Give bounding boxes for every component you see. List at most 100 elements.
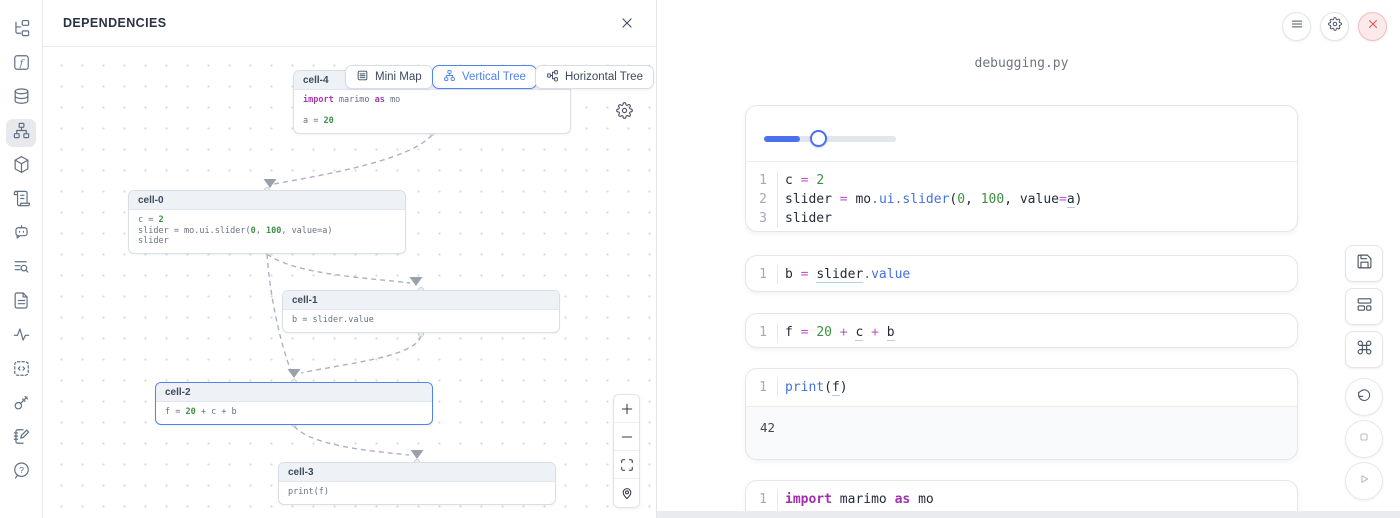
- stop-icon: [1356, 429, 1372, 450]
- slider-handle[interactable]: [810, 130, 827, 147]
- undo-button[interactable]: [1345, 378, 1383, 416]
- code-line: b = slider.value: [778, 265, 910, 284]
- notebook-cell-slider[interactable]: 1c = 2 2slider = mo.ui.slider(0, 100, va…: [745, 105, 1298, 232]
- document-icon: [12, 291, 31, 315]
- cell-output-console: 42: [746, 406, 1297, 460]
- sidebar-item-dependencies[interactable]: [6, 119, 36, 147]
- code-line: import marimo as mo: [778, 490, 934, 509]
- vertical-tree-icon: [443, 69, 456, 85]
- notebook-menu-button[interactable]: [1282, 12, 1311, 41]
- sidebar-item-packages[interactable]: [6, 153, 36, 181]
- graph-node-code-line: print(f): [288, 487, 546, 498]
- command-icon: [1356, 339, 1373, 361]
- notebook-settings-button[interactable]: [1320, 12, 1349, 41]
- sidebar-item-datasources[interactable]: [6, 85, 36, 113]
- undo-icon: [1356, 387, 1372, 408]
- scratchpad-icon: [12, 427, 31, 451]
- graph-node-code-line: c = 2: [138, 215, 396, 226]
- vertical-tree-button[interactable]: Vertical Tree: [432, 65, 537, 89]
- notebook-filename: debugging.py: [745, 56, 1298, 71]
- shutdown-button[interactable]: [1358, 12, 1387, 41]
- svg-text:?: ?: [19, 465, 24, 475]
- code-editor[interactable]: 1b = slider.value: [746, 256, 1297, 292]
- graph-node-code-line: slider: [138, 236, 396, 247]
- command-palette-button[interactable]: [1345, 331, 1383, 368]
- locate-pin-button[interactable]: [614, 479, 639, 507]
- graph-zoom-controls: [613, 394, 640, 508]
- bottom-edge-strip: [657, 511, 1400, 518]
- graph-node-title: cell-3: [279, 463, 555, 482]
- graph-node-title: cell-2: [156, 383, 432, 402]
- tracing-pulse-icon: [12, 325, 31, 349]
- slider-fill: [764, 136, 800, 142]
- graph-node-cell-2[interactable]: cell-2 f = 20 + c + b: [155, 382, 433, 425]
- minimap-button[interactable]: Mini Map: [345, 65, 433, 89]
- sidebar: f ?: [0, 0, 43, 518]
- zoom-out-button[interactable]: [614, 423, 639, 451]
- graph-node-cell-1[interactable]: cell-1 b = slider.value: [282, 290, 560, 333]
- panel-close-button[interactable]: [616, 12, 638, 34]
- horizontal-tree-icon: [546, 69, 559, 85]
- run-button[interactable]: [1345, 462, 1383, 500]
- code-line: slider = mo.ui.slider(0, 100, value=a): [778, 190, 1082, 209]
- code-editor[interactable]: 1c = 2 2slider = mo.ui.slider(0, 100, va…: [746, 162, 1297, 232]
- line-number: 1: [746, 378, 778, 397]
- dependencies-panel: DEPENDENCIES: [43, 0, 657, 518]
- minimap-button-label: Mini Map: [375, 71, 422, 83]
- sidebar-item-snippets[interactable]: [6, 357, 36, 385]
- sidebar-item-help[interactable]: ?: [6, 459, 36, 487]
- sidebar-item-functions[interactable]: f: [6, 51, 36, 79]
- code-line: print(f): [778, 378, 848, 397]
- sidebar-item-chat[interactable]: [6, 221, 36, 249]
- graph-node-code-line: b = slider.value: [292, 315, 550, 326]
- zoom-in-button[interactable]: [614, 395, 639, 423]
- sidebar-item-logs[interactable]: [6, 187, 36, 215]
- graph-node-code-line: a = 20: [303, 116, 561, 127]
- save-icon: [1356, 253, 1373, 275]
- sidebar-item-search[interactable]: [6, 255, 36, 283]
- graph-node-code-line: import marimo as mo: [303, 95, 561, 106]
- graph-node-cell-3[interactable]: cell-3 print(f): [278, 462, 556, 505]
- sidebar-item-scratchpad[interactable]: [6, 425, 36, 453]
- code-line: c = 2: [778, 171, 824, 190]
- vertical-tree-button-label: Vertical Tree: [462, 71, 526, 83]
- line-number: 3: [746, 209, 778, 228]
- graph-node-title: cell-1: [283, 291, 559, 310]
- graph-settings-button[interactable]: [616, 102, 633, 119]
- logs-scroll-icon: [12, 189, 31, 213]
- line-number: 1: [746, 265, 778, 284]
- save-button[interactable]: [1345, 245, 1383, 282]
- ai-chat-icon: [12, 223, 31, 247]
- secrets-key-icon: [12, 393, 31, 417]
- layout-toggle-button[interactable]: [1345, 288, 1383, 325]
- horizontal-tree-button[interactable]: Horizontal Tree: [535, 65, 654, 89]
- help-icon: ?: [12, 461, 31, 485]
- code-editor[interactable]: 1f = 20 + c + b: [746, 314, 1297, 348]
- layout-icon: [1356, 296, 1373, 318]
- notebook-cell-print[interactable]: 1print(f) 42: [745, 368, 1298, 460]
- slider-control[interactable]: [764, 130, 896, 147]
- sidebar-item-file-tree[interactable]: [6, 17, 36, 45]
- code-editor[interactable]: 1print(f): [746, 369, 1297, 406]
- play-icon: [1356, 471, 1372, 492]
- panel-title: DEPENDENCIES: [63, 16, 166, 30]
- fit-view-button[interactable]: [614, 451, 639, 479]
- graph-node-cell-0[interactable]: cell-0 c = 2 slider = mo.ui.slider(0, 10…: [128, 190, 406, 254]
- svg-text:f: f: [18, 58, 24, 69]
- sidebar-item-tracing[interactable]: [6, 323, 36, 351]
- minimap-icon: [356, 69, 369, 85]
- notebook-cell-f[interactable]: 1f = 20 + c + b: [745, 313, 1298, 348]
- graph-node-code-line: slider = mo.ui.slider(0, 100, value=a): [138, 226, 396, 237]
- gear-icon: [1328, 17, 1342, 36]
- notebook-cell-b[interactable]: 1b = slider.value: [745, 255, 1298, 292]
- graph-node-code-line: [303, 106, 561, 117]
- menu-icon: [1290, 17, 1304, 36]
- line-number: 1: [746, 323, 778, 342]
- sidebar-item-documentation[interactable]: [6, 289, 36, 317]
- notebook-area: debugging.py 1c = 2 2slider = mo.ui.slid…: [657, 0, 1400, 518]
- panel-header: DEPENDENCIES: [43, 0, 656, 47]
- sidebar-item-secrets[interactable]: [6, 391, 36, 419]
- dependency-graph-canvas[interactable]: cell-4 import marimo as mo a = 20 cell-0…: [43, 47, 656, 518]
- database-icon: [12, 87, 31, 111]
- stop-button[interactable]: [1345, 420, 1383, 458]
